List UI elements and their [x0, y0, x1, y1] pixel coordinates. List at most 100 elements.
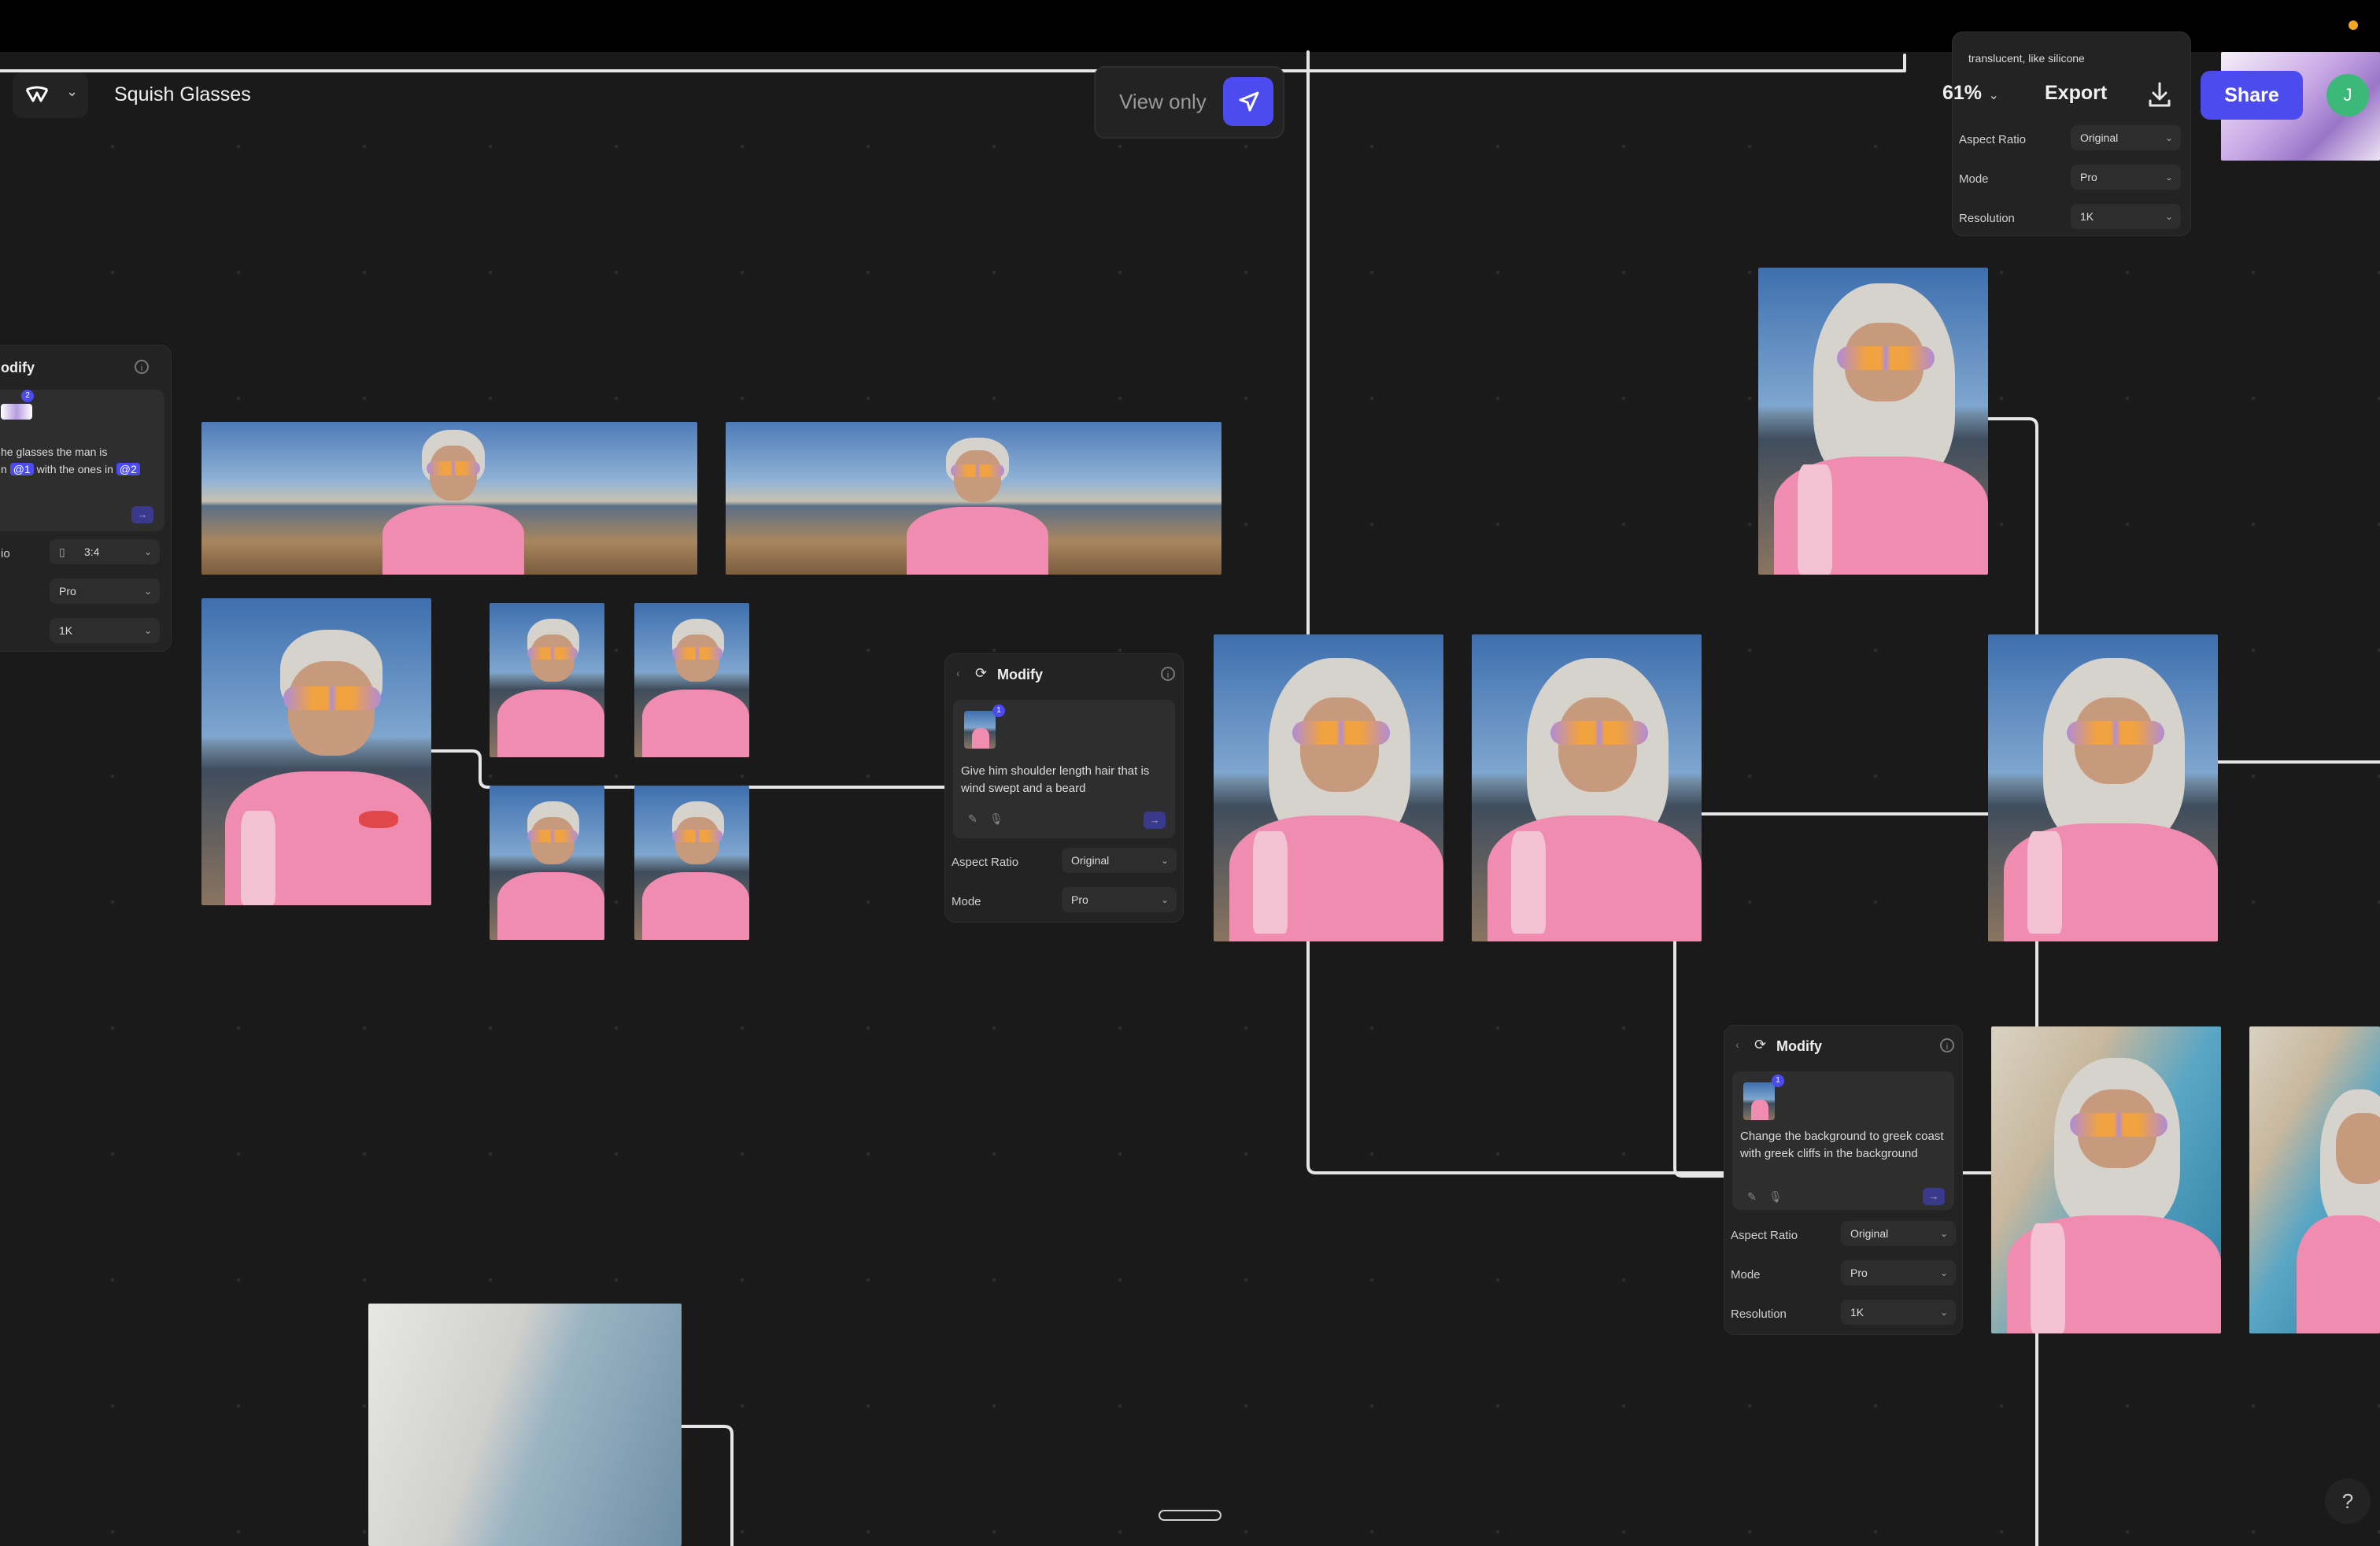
send-button[interactable]: → — [1144, 812, 1166, 829]
generated-image-wide-2[interactable] — [726, 422, 1221, 575]
chevron-down-icon: ⌄ — [143, 625, 152, 636]
help-label: ? — [2341, 1489, 2354, 1513]
chevron-left-icon[interactable]: ‹ — [1735, 1038, 1739, 1051]
aspect-ratio-select[interactable]: ▯ 3:4 ⌄ — [50, 539, 160, 564]
modify-icon: ⟳ — [1754, 1037, 1767, 1052]
chevron-down-icon: ⌄ — [143, 586, 152, 597]
cursor-mode-button[interactable] — [1223, 77, 1273, 126]
prompt-line-2: n @1 with the ones in @2 — [1, 460, 166, 478]
project-title[interactable]: Squish Glasses — [114, 83, 251, 106]
reference-thumbnail — [1743, 1082, 1775, 1120]
brush-icon[interactable]: ✎ — [1743, 1188, 1761, 1205]
app-menu-button[interactable]: ⌄ — [13, 72, 88, 118]
app-logo-icon — [25, 86, 49, 102]
modify-icon: ⟳ — [975, 665, 988, 681]
prompt-box[interactable]: 1 Change the background to greek coast w… — [1732, 1071, 1954, 1210]
generated-image-wide-1[interactable] — [201, 422, 697, 575]
result-image-greek-coast-1[interactable] — [1991, 1026, 2221, 1333]
result-image-beard-2[interactable] — [1988, 634, 2218, 941]
mode-select[interactable]: Pro ⌄ — [1062, 887, 1177, 912]
chevron-down-icon: ⌄ — [2164, 211, 2173, 222]
export-button[interactable]: Export — [2045, 82, 2107, 105]
avatar[interactable]: J — [2326, 74, 2369, 117]
arrow-right-icon: → — [1928, 1190, 1939, 1202]
mode-value: Pro — [59, 585, 76, 597]
result-image-long-hair-2[interactable] — [1472, 634, 1702, 941]
mention-tag-1: @1 — [9, 463, 34, 475]
result-image-greek-coast-2[interactable] — [2249, 1026, 2380, 1333]
info-icon[interactable]: i — [1161, 667, 1175, 681]
top-right-settings-panel: translucent, like silicone Aspect Ratio … — [1952, 31, 2191, 236]
mode-select[interactable]: Pro ⌄ — [1841, 1260, 1956, 1285]
right-modify-panel: ‹ ⟳ Modify i 1 Change the background to … — [1724, 1025, 1963, 1335]
resolution-select[interactable]: 1K ⌄ — [2071, 204, 2181, 229]
aspect-ratio-select[interactable]: Original ⌄ — [1062, 848, 1177, 873]
prompt-text: he glasses the man is n @1 with the ones… — [1, 443, 166, 478]
mic-icon[interactable]: 🎙 — [1767, 1188, 1784, 1205]
share-button[interactable]: Share — [2201, 71, 2303, 120]
panel-title: odify — [1, 360, 35, 375]
send-button[interactable]: → — [131, 506, 153, 523]
variation-image-2[interactable] — [634, 603, 749, 757]
send-button[interactable]: → — [1923, 1188, 1945, 1205]
panel-title: Modify — [1776, 1038, 1822, 1054]
reference-thumbnail — [1, 404, 32, 420]
zoom-level: 61% — [1942, 82, 1983, 104]
download-button[interactable] — [2142, 77, 2177, 112]
chevron-down-icon: ⌄ — [1939, 1267, 1948, 1278]
prompt-snippet: translucent, like silicone — [1968, 52, 2085, 65]
left-modify-panel: odify i 2 he glasses the man is n @1 wit… — [0, 345, 172, 652]
panel-title: Modify — [997, 667, 1043, 682]
aspect-ratio-value: Original — [2080, 131, 2119, 144]
resolution-select[interactable]: 1K ⌄ — [1841, 1300, 1956, 1325]
chevron-down-icon: ⌄ — [1988, 89, 1999, 102]
mic-icon[interactable]: 🎙 — [988, 810, 1005, 827]
reference-badge: 1 — [1772, 1074, 1784, 1087]
prompt-line-2-prefix: n — [1, 463, 7, 475]
aspect-ratio-select[interactable]: Original ⌄ — [2071, 125, 2181, 150]
aspect-ratio-select[interactable]: Original ⌄ — [1841, 1221, 1956, 1246]
result-image-beard-1[interactable] — [1758, 268, 1988, 575]
result-image-long-hair-1[interactable] — [1214, 634, 1443, 941]
resolution-value: 1K — [59, 624, 73, 637]
variation-image-1[interactable] — [490, 603, 604, 757]
aspect-ratio-label: io — [1, 547, 10, 560]
prompt-line-2-middle: with the ones in — [36, 463, 113, 475]
mode-select[interactable]: Pro ⌄ — [2071, 165, 2181, 190]
mode-select[interactable]: Pro ⌄ — [50, 579, 160, 604]
resolution-select[interactable]: 1K ⌄ — [50, 618, 160, 643]
resolution-label: Resolution — [1731, 1307, 1787, 1321]
mode-label: Mode — [952, 895, 981, 908]
reference-thumbnail — [964, 711, 996, 749]
help-button[interactable]: ? — [2325, 1478, 2371, 1524]
chevron-down-icon: ⌄ — [2164, 172, 2173, 183]
view-mode-toggle[interactable]: View only — [1094, 66, 1284, 139]
canvas-scroll-handle[interactable] — [1159, 1510, 1221, 1521]
mode-value: Pro — [1071, 893, 1088, 906]
prompt-box[interactable]: 2 he glasses the man is n @1 with the on… — [0, 390, 164, 531]
source-image[interactable] — [201, 598, 431, 905]
prompt-line-1: he glasses the man is — [1, 446, 108, 458]
info-icon[interactable]: i — [1940, 1038, 1954, 1052]
chevron-left-icon[interactable]: ‹ — [956, 667, 960, 679]
center-modify-panel: ‹ ⟳ Modify i 1 Give him shoulder length … — [944, 653, 1184, 923]
arrow-right-icon: → — [1149, 814, 1160, 826]
chevron-down-icon: ⌄ — [1939, 1307, 1948, 1318]
aspect-ratio-value: Original — [1850, 1227, 1889, 1240]
mode-value: Pro — [2080, 171, 2097, 183]
reference-image-white-cliff[interactable] — [368, 1304, 682, 1546]
chevron-down-icon: ⌄ — [2164, 132, 2173, 143]
variation-image-4[interactable] — [634, 786, 749, 940]
prompt-box[interactable]: 1 Give him shoulder length hair that is … — [953, 700, 1175, 838]
zoom-control[interactable]: 61% ⌄ — [1942, 82, 2005, 110]
info-icon[interactable]: i — [135, 360, 149, 374]
mode-value: Pro — [1850, 1267, 1868, 1279]
share-label: Share — [2224, 84, 2279, 106]
mention-tag-2: @2 — [116, 463, 140, 475]
chevron-down-icon: ⌄ — [1160, 894, 1169, 905]
chevron-down-icon: ⌄ — [1939, 1228, 1948, 1239]
variation-image-3[interactable] — [490, 786, 604, 940]
brush-icon[interactable]: ✎ — [964, 810, 981, 827]
aspect-ratio-label: Aspect Ratio — [952, 856, 1019, 869]
aspect-ratio-value: Original — [1071, 854, 1110, 867]
